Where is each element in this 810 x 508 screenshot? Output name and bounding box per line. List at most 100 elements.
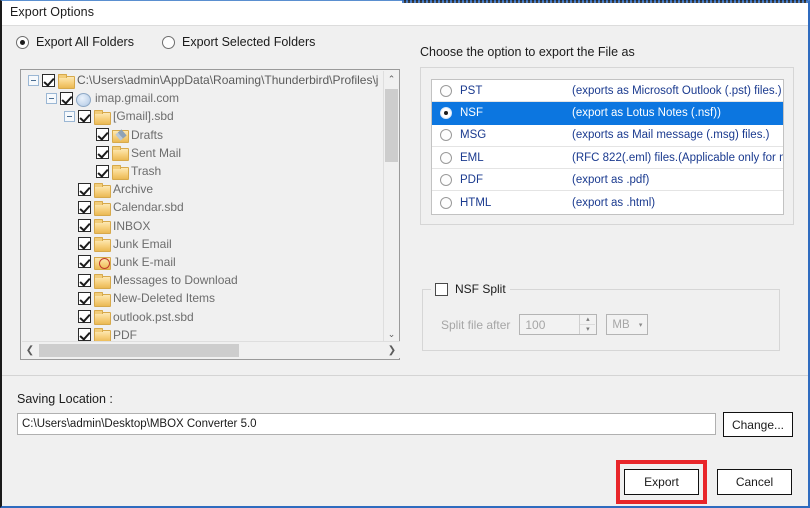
tree-node-label: Sent Mail: [131, 145, 182, 160]
window-top-accent-strip: [402, 0, 808, 3]
folder-tree-panel[interactable]: C:\Users\admin\AppData\Roaming\Thunderbi…: [20, 69, 400, 360]
format-radio-eml[interactable]: [440, 151, 452, 164]
format-option-list[interactable]: PST (exports as Microsoft Outlook (.pst) …: [431, 79, 784, 215]
radio-export-all-folders[interactable]: Export All Folders: [16, 35, 134, 49]
format-description: (export as .html): [572, 196, 656, 209]
tree-node-checkbox[interactable]: [60, 91, 73, 105]
section-divider: [2, 375, 808, 376]
tree-node-checkbox[interactable]: [96, 164, 109, 178]
tree-vertical-scrollbar[interactable]: ⌃ ⌄: [383, 71, 398, 342]
format-option-row-eml[interactable]: EML (RFC 822(.eml) files.(Applicable only…: [432, 147, 783, 170]
tree-node-label: imap.gmail.com: [95, 91, 180, 106]
format-option-row-msg[interactable]: MSG (exports as Mail message (.msg) files…: [432, 125, 783, 147]
format-option-row-nsf[interactable]: NSF (export as Lotus Notes (.nsf)): [432, 102, 783, 125]
radio-export-selected-folders-label: Export Selected Folders: [182, 35, 316, 49]
change-button[interactable]: Change...: [723, 412, 793, 437]
saving-location-input[interactable]: C:\Users\admin\Desktop\MBOX Converter 5.…: [17, 413, 716, 435]
tree-node-checkbox[interactable]: [78, 109, 91, 123]
tree-node[interactable]: Junk Email: [22, 235, 384, 253]
tree-node-checkbox[interactable]: [96, 128, 109, 142]
format-name: MSG: [460, 129, 487, 142]
folder-icon: [94, 237, 111, 253]
radio-export-all-folders-indicator[interactable]: [16, 35, 29, 49]
format-option-row-pdf[interactable]: PDF (export as .pdf): [432, 169, 783, 192]
folder-icon: [94, 219, 111, 235]
tree-node-checkbox[interactable]: [78, 255, 91, 269]
scroll-left-icon[interactable]: ❮: [22, 342, 38, 359]
tree-node-checkbox[interactable]: [78, 273, 91, 287]
tree-node-label: Junk E-mail: [113, 254, 176, 269]
globe-icon: [76, 92, 91, 107]
tree-node-checkbox[interactable]: [78, 182, 91, 196]
tree-node-label: [Gmail].sbd: [113, 109, 174, 124]
format-option-row-html[interactable]: HTML (export as .html): [432, 191, 783, 213]
split-size-value[interactable]: 100: [520, 318, 545, 332]
tree-node[interactable]: New-Deleted Items: [22, 289, 384, 307]
tree-node[interactable]: Drafts: [22, 126, 384, 144]
scroll-up-icon[interactable]: ⌃: [384, 71, 399, 87]
nsf-split-checkbox-row[interactable]: NSF Split: [431, 282, 510, 296]
format-radio-nsf[interactable]: [440, 106, 452, 119]
tree-node-label: Junk Email: [113, 236, 172, 251]
spin-up-icon[interactable]: ▴: [580, 315, 596, 325]
tree-node[interactable]: Trash: [22, 162, 384, 180]
tree-node-checkbox[interactable]: [42, 73, 55, 87]
tree-node-checkbox[interactable]: [78, 291, 91, 305]
nsf-split-checkbox[interactable]: [435, 282, 448, 296]
tree-collapse-icon[interactable]: [28, 74, 39, 86]
tree-node[interactable]: INBOX: [22, 217, 384, 235]
tree-node-checkbox[interactable]: [78, 310, 91, 324]
format-radio-html[interactable]: [440, 196, 452, 209]
tree-node-checkbox[interactable]: [78, 200, 91, 214]
format-description: (export as Lotus Notes (.nsf)): [572, 106, 721, 119]
tree-node-checkbox[interactable]: [78, 328, 91, 342]
tree-node[interactable]: outlook.pst.sbd: [22, 307, 384, 326]
tree-collapse-icon[interactable]: [64, 110, 75, 122]
tree-horizontal-scrollbar[interactable]: ❮ ❯: [22, 341, 400, 358]
tree-node[interactable]: Junk E-mail: [22, 253, 384, 271]
scroll-down-icon[interactable]: ⌄: [384, 326, 399, 342]
format-name: EML: [460, 151, 484, 164]
tree-node[interactable]: [Gmail].sbd: [22, 107, 384, 125]
tree-node-checkbox[interactable]: [96, 146, 109, 160]
tree-collapse-icon[interactable]: [46, 92, 57, 104]
folder-icon: [112, 164, 129, 180]
split-size-spin-buttons[interactable]: ▴ ▾: [579, 315, 596, 334]
export-button[interactable]: Export: [624, 469, 699, 495]
tree-node-label: Messages to Download: [113, 273, 238, 288]
tree-node[interactable]: Archive: [22, 180, 384, 198]
cancel-button[interactable]: Cancel: [717, 469, 792, 495]
spin-down-icon[interactable]: ▾: [580, 325, 595, 334]
tree-node[interactable]: Sent Mail: [22, 144, 384, 162]
format-radio-pdf[interactable]: [440, 173, 452, 186]
tree-node-label: Archive: [113, 182, 154, 197]
tree-node-label: INBOX: [113, 218, 151, 233]
format-radio-pst[interactable]: [440, 84, 452, 97]
format-option-row-pst[interactable]: PST (exports as Microsoft Outlook (.pst) …: [432, 80, 783, 103]
tree-node[interactable]: PDF: [22, 326, 384, 342]
format-heading: Choose the option to export the File as: [420, 45, 635, 59]
tree-node-checkbox[interactable]: [78, 237, 91, 251]
tree-node[interactable]: Calendar.sbd: [22, 198, 384, 216]
radio-export-all-folders-label: Export All Folders: [36, 35, 134, 49]
tree-vertical-scroll-thumb[interactable]: [385, 89, 398, 162]
split-size-stepper[interactable]: 100 ▴ ▾: [519, 314, 598, 335]
export-scope-row: Export All Folders Export Selected Folde…: [2, 26, 808, 62]
tree-node[interactable]: imap.gmail.com: [22, 89, 384, 107]
tree-node-checkbox[interactable]: [78, 219, 91, 233]
tree-node-label: outlook.pst.sbd: [113, 309, 194, 324]
radio-export-selected-folders-indicator[interactable]: [162, 35, 175, 49]
tree-node[interactable]: C:\Users\admin\AppData\Roaming\Thunderbi…: [22, 71, 384, 89]
saving-location-label: Saving Location :: [17, 392, 113, 406]
format-description: (export as .pdf): [572, 173, 650, 186]
tree-node[interactable]: Messages to Download: [22, 271, 384, 289]
folder-tree-list[interactable]: C:\Users\admin\AppData\Roaming\Thunderbi…: [22, 71, 385, 342]
folder-icon: [94, 182, 111, 198]
scroll-right-icon[interactable]: ❯: [384, 342, 400, 359]
format-description: (exports as Microsoft Outlook (.pst) fil…: [572, 84, 782, 97]
tree-horizontal-scroll-thumb[interactable]: [39, 344, 239, 357]
radio-export-selected-folders[interactable]: Export Selected Folders: [162, 35, 315, 49]
format-radio-msg[interactable]: [440, 129, 452, 142]
split-unit-select[interactable]: MB ▾: [606, 314, 649, 335]
format-name: PST: [460, 84, 483, 97]
